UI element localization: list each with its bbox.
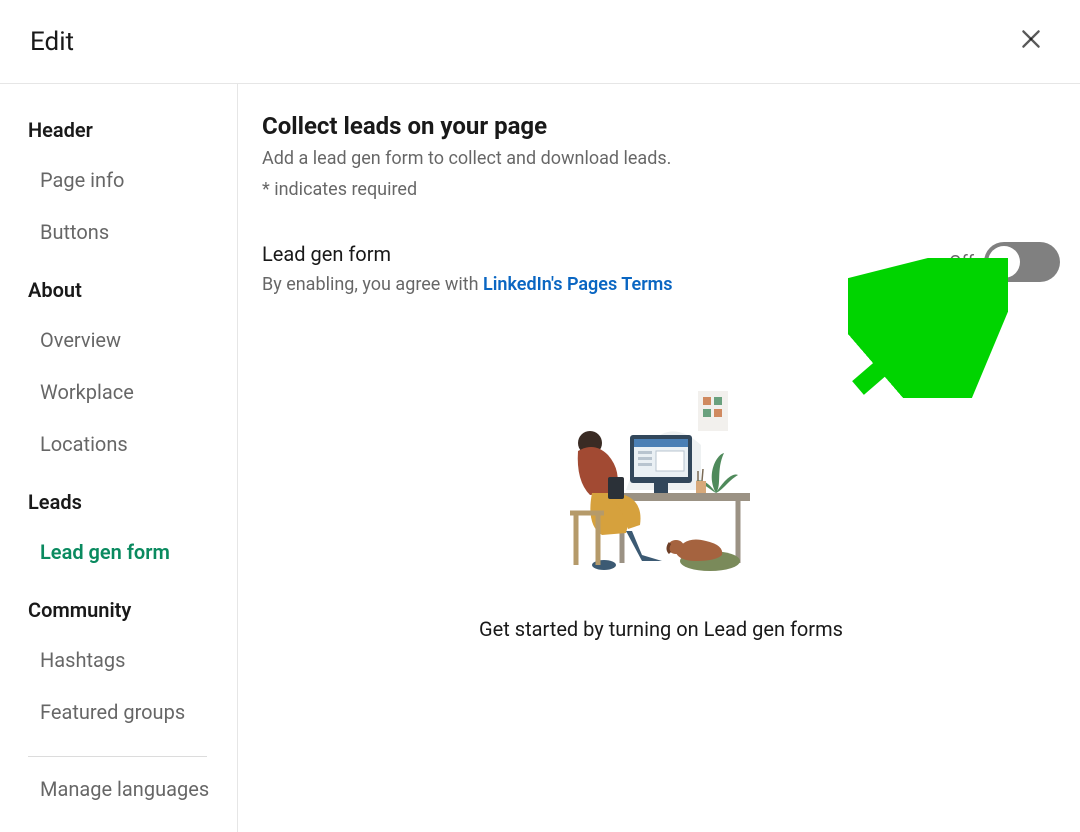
empty-state-caption: Get started by turning on Lead gen forms <box>262 617 1060 641</box>
sidebar-item-lead-gen-form[interactable]: Lead gen form <box>28 526 227 578</box>
sidebar-item-hashtags[interactable]: Hashtags <box>28 634 227 686</box>
required-indicator-note: * indicates required <box>262 179 1060 200</box>
sidebar-item-workplace[interactable]: Workplace <box>28 366 227 418</box>
lead-gen-toggle-label: Lead gen form <box>262 242 949 266</box>
sidebar-section-community: Community <box>28 598 227 622</box>
dialog-header: Edit <box>0 0 1080 84</box>
close-button[interactable] <box>1012 20 1050 63</box>
sidebar-item-overview[interactable]: Overview <box>28 314 227 366</box>
sidebar: Header Page info Buttons About Overview … <box>0 84 238 832</box>
sidebar-item-manage-languages[interactable]: Manage languages <box>28 763 227 815</box>
empty-state-illustration-icon <box>556 385 766 585</box>
sidebar-section-about: About <box>28 278 227 302</box>
sidebar-item-buttons[interactable]: Buttons <box>28 206 227 258</box>
empty-state: Get started by turning on Lead gen forms <box>262 385 1060 641</box>
dialog-title: Edit <box>30 27 74 57</box>
sidebar-item-featured-groups[interactable]: Featured groups <box>28 686 227 738</box>
pages-terms-link[interactable]: LinkedIn's Pages Terms <box>483 274 673 295</box>
page-subtitle: Add a lead gen form to collect and downl… <box>262 148 1060 169</box>
sidebar-section-leads: Leads <box>28 490 227 514</box>
toggle-state-label: Off <box>949 252 974 273</box>
page-title: Collect leads on your page <box>262 112 1060 140</box>
lead-gen-toggle-row: Lead gen form By enabling, you agree wit… <box>262 242 1060 295</box>
sidebar-item-page-info[interactable]: Page info <box>28 154 227 206</box>
main-panel: Collect leads on your page Add a lead ge… <box>238 84 1080 832</box>
toggle-desc-prefix: By enabling, you agree with <box>262 274 483 295</box>
lead-gen-toggle[interactable] <box>984 242 1060 282</box>
close-icon <box>1018 26 1044 52</box>
lead-gen-toggle-description: By enabling, you agree with LinkedIn's P… <box>262 274 949 295</box>
sidebar-section-header: Header <box>28 118 227 142</box>
sidebar-divider <box>28 756 207 757</box>
toggle-knob-icon <box>988 246 1020 278</box>
sidebar-item-locations[interactable]: Locations <box>28 418 227 470</box>
